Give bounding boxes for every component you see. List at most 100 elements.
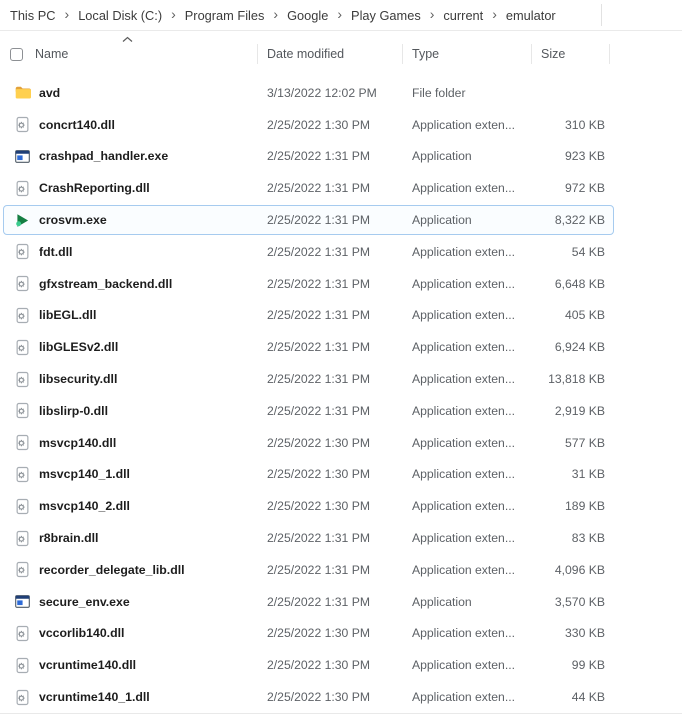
- file-date-modified: 2/25/2022 1:30 PM: [267, 117, 370, 132]
- file-size: 44 KB: [571, 690, 605, 705]
- file-name-cell[interactable]: vccorlib140.dll: [0, 625, 258, 642]
- file-name: CrashReporting.dll: [39, 181, 150, 196]
- file-date-modified: 2/25/2022 1:30 PM: [267, 690, 370, 705]
- dll-file-icon: [14, 116, 31, 133]
- column-header-date-label: Date modified: [267, 47, 345, 61]
- file-name-cell[interactable]: libsecurity.dll: [0, 371, 258, 388]
- file-name-cell[interactable]: fdt.dll: [0, 243, 258, 260]
- breadcrumb-item[interactable]: Google: [285, 7, 330, 24]
- file-date-modified: 2/25/2022 1:30 PM: [267, 658, 370, 673]
- file-size: 330 KB: [565, 626, 605, 641]
- file-size: 972 KB: [565, 181, 605, 196]
- file-name: libslirp-0.dll: [39, 403, 109, 418]
- column-header-size[interactable]: Size: [532, 31, 610, 77]
- column-header-type[interactable]: Type: [403, 31, 532, 77]
- table-row[interactable]: libslirp-0.dll 2/25/2022 1:31 PM Applica…: [0, 395, 682, 427]
- address-bar-divider: [601, 4, 602, 26]
- file-type: Application exten...: [412, 499, 515, 514]
- table-row[interactable]: msvcp140_2.dll 2/25/2022 1:30 PM Applica…: [0, 490, 682, 522]
- file-size: 99 KB: [571, 658, 605, 673]
- file-name: libEGL.dll: [39, 308, 97, 323]
- file-type: Application exten...: [412, 467, 515, 482]
- file-type: Application exten...: [412, 435, 515, 450]
- file-name-cell[interactable]: avd: [0, 84, 258, 101]
- select-all-checkbox[interactable]: [10, 47, 23, 61]
- file-name-cell[interactable]: CrashReporting.dll: [0, 180, 258, 197]
- sort-ascending-icon[interactable]: [122, 36, 133, 43]
- breadcrumb-item[interactable]: This PC: [8, 7, 58, 24]
- dll-file-icon: [14, 307, 31, 324]
- file-type: Application exten...: [412, 562, 515, 577]
- file-name-cell[interactable]: secure_env.exe: [0, 593, 258, 610]
- file-name: vcruntime140.dll: [39, 658, 137, 673]
- table-row[interactable]: crashpad_handler.exe 2/25/2022 1:31 PM A…: [0, 141, 682, 173]
- table-row[interactable]: crosvm.exe 2/25/2022 1:31 PM Application…: [0, 204, 682, 236]
- dll-file-icon: [14, 625, 31, 642]
- file-size: 4,096 KB: [554, 562, 605, 577]
- table-row[interactable]: vccorlib140.dll 2/25/2022 1:30 PM Applic…: [0, 618, 682, 650]
- file-name-cell[interactable]: vcruntime140.dll: [0, 657, 258, 674]
- table-row[interactable]: recorder_delegate_lib.dll 2/25/2022 1:31…: [0, 554, 682, 586]
- breadcrumb-item[interactable]: emulator: [504, 7, 558, 24]
- column-header-name-label: Name: [35, 47, 69, 61]
- file-type: Application: [412, 213, 472, 228]
- file-name-cell[interactable]: recorder_delegate_lib.dll: [0, 561, 258, 578]
- file-name: concrt140.dll: [39, 117, 115, 132]
- file-date-modified: 3/13/2022 12:02 PM: [267, 85, 377, 100]
- column-header-date-modified[interactable]: Date modified: [258, 31, 403, 77]
- table-row[interactable]: secure_env.exe 2/25/2022 1:31 PM Applica…: [0, 586, 682, 618]
- table-row[interactable]: vcruntime140.dll 2/25/2022 1:30 PM Appli…: [0, 649, 682, 681]
- application-icon: [14, 148, 31, 165]
- file-name-cell[interactable]: r8brain.dll: [0, 530, 258, 547]
- table-row[interactable]: libsecurity.dll 2/25/2022 1:31 PM Applic…: [0, 363, 682, 395]
- file-type: Application exten...: [412, 181, 515, 196]
- file-type: Application exten...: [412, 117, 515, 132]
- file-name-cell[interactable]: vcruntime140_1.dll: [0, 689, 258, 706]
- file-date-modified: 2/25/2022 1:31 PM: [267, 372, 370, 387]
- breadcrumb-item[interactable]: Program Files: [183, 7, 267, 24]
- breadcrumb-separator-icon: ›: [273, 6, 279, 22]
- table-row[interactable]: msvcp140.dll 2/25/2022 1:30 PM Applicati…: [0, 427, 682, 459]
- file-name-cell[interactable]: crashpad_handler.exe: [0, 148, 258, 165]
- file-name-cell[interactable]: crosvm.exe: [0, 212, 258, 229]
- table-row[interactable]: msvcp140_1.dll 2/25/2022 1:30 PM Applica…: [0, 459, 682, 491]
- file-date-modified: 2/25/2022 1:31 PM: [267, 594, 370, 609]
- file-date-modified: 2/25/2022 1:31 PM: [267, 276, 370, 291]
- table-row[interactable]: libEGL.dll 2/25/2022 1:31 PM Application…: [0, 300, 682, 332]
- file-name: vcruntime140_1.dll: [39, 690, 150, 705]
- dll-file-icon: [14, 689, 31, 706]
- file-name-cell[interactable]: gfxstream_backend.dll: [0, 275, 258, 292]
- file-name-cell[interactable]: libEGL.dll: [0, 307, 258, 324]
- file-size: 83 KB: [571, 531, 605, 546]
- breadcrumb-item[interactable]: current: [441, 7, 485, 24]
- table-row[interactable]: concrt140.dll 2/25/2022 1:30 PM Applicat…: [0, 109, 682, 141]
- table-row[interactable]: libGLESv2.dll 2/25/2022 1:31 PM Applicat…: [0, 331, 682, 363]
- file-size: 189 KB: [565, 499, 605, 514]
- breadcrumb-item[interactable]: Local Disk (C:): [76, 7, 164, 24]
- file-type: File folder: [412, 85, 466, 100]
- file-size: 6,924 KB: [554, 340, 605, 355]
- file-name-cell[interactable]: libGLESv2.dll: [0, 339, 258, 356]
- file-date-modified: 2/25/2022 1:30 PM: [267, 467, 370, 482]
- application-icon: [14, 593, 31, 610]
- file-type: Application: [412, 149, 472, 164]
- dll-file-icon: [14, 657, 31, 674]
- table-row[interactable]: r8brain.dll 2/25/2022 1:31 PM Applicatio…: [0, 522, 682, 554]
- table-row[interactable]: fdt.dll 2/25/2022 1:31 PM Application ex…: [0, 236, 682, 268]
- file-name-cell[interactable]: msvcp140_2.dll: [0, 498, 258, 515]
- column-header-row: Name Date modified Type Size: [0, 31, 682, 77]
- file-name: gfxstream_backend.dll: [39, 276, 173, 291]
- breadcrumb-item[interactable]: Play Games: [349, 7, 423, 24]
- table-row[interactable]: vcruntime140_1.dll 2/25/2022 1:30 PM App…: [0, 681, 682, 713]
- file-name-cell[interactable]: libslirp-0.dll: [0, 402, 258, 419]
- file-name-cell[interactable]: msvcp140.dll: [0, 434, 258, 451]
- table-row[interactable]: gfxstream_backend.dll 2/25/2022 1:31 PM …: [0, 268, 682, 300]
- file-name-cell[interactable]: msvcp140_1.dll: [0, 466, 258, 483]
- file-name: msvcp140_2.dll: [39, 499, 130, 514]
- file-type: Application exten...: [412, 626, 515, 641]
- table-row[interactable]: avd 3/13/2022 12:02 PM File folder: [0, 77, 682, 109]
- file-name-cell[interactable]: concrt140.dll: [0, 116, 258, 133]
- file-date-modified: 2/25/2022 1:31 PM: [267, 562, 370, 577]
- table-row[interactable]: CrashReporting.dll 2/25/2022 1:31 PM App…: [0, 172, 682, 204]
- file-date-modified: 2/25/2022 1:31 PM: [267, 213, 370, 228]
